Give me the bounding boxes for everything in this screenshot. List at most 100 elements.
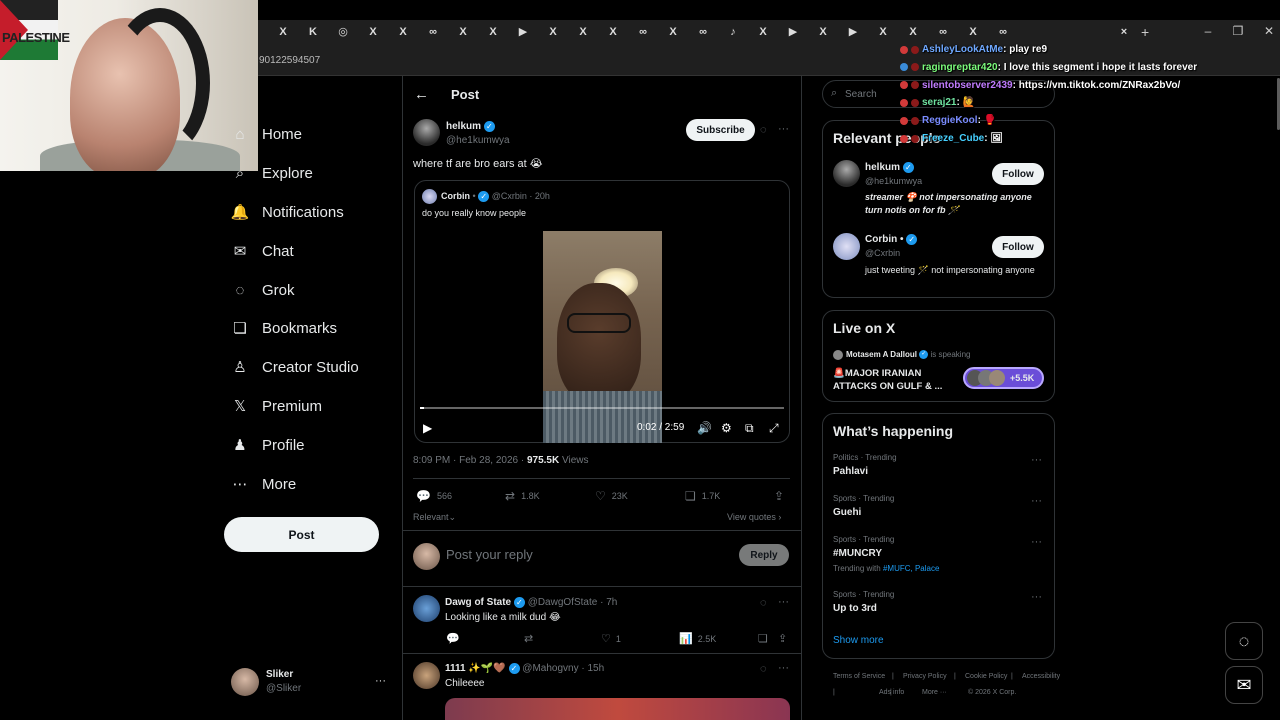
show-more-link[interactable]: Show more: [833, 635, 884, 646]
reply-author-avatar[interactable]: [413, 662, 440, 689]
post-button[interactable]: Post: [224, 517, 379, 552]
browser-tab[interactable]: X: [665, 24, 681, 40]
browser-tab[interactable]: X: [485, 24, 501, 40]
browser-tab[interactable]: X: [545, 24, 561, 40]
browser-tab[interactable]: X: [455, 24, 471, 40]
play-icon[interactable]: ▶: [423, 421, 432, 435]
nav-item-grok[interactable]: ◌ Grok: [230, 276, 295, 304]
repost-count-button[interactable]: ⇄ 1.8K: [505, 489, 540, 503]
close-tab-icon[interactable]: ×: [1116, 24, 1132, 40]
person-name-row[interactable]: Corbin • ✓: [865, 234, 918, 245]
reply-author-row[interactable]: 1111 ✨🌱🤎 ✓ @Mahogvny · 15h: [445, 663, 604, 674]
browser-tab[interactable]: ♪: [725, 24, 741, 40]
trend-extra-link[interactable]: #MUFC, Palace: [883, 564, 939, 573]
browser-tab[interactable]: X: [875, 24, 891, 40]
nav-item-creator-studio[interactable]: ♙ Creator Studio: [230, 353, 358, 381]
footer-link[interactable]: Accessibility: [1022, 673, 1060, 680]
video-progress-bar[interactable]: [420, 407, 784, 409]
browser-tab[interactable]: K: [305, 24, 321, 40]
browser-tab[interactable]: ∞: [935, 24, 951, 40]
trend-more-button[interactable]: ···: [1031, 454, 1042, 466]
browser-tab[interactable]: ▶: [515, 24, 531, 40]
browser-tab[interactable]: X: [965, 24, 981, 40]
browser-tab[interactable]: X: [905, 24, 921, 40]
live-host-row[interactable]: Motasem A Dalloul ✓ is speaking: [846, 350, 970, 360]
new-tab-button[interactable]: +: [1141, 24, 1149, 40]
trend-name[interactable]: Pahlavi: [833, 466, 868, 477]
grok-icon[interactable]: ◌: [760, 124, 767, 136]
close-window-button[interactable]: ✕: [1259, 24, 1279, 38]
reply-more-button[interactable]: ···: [778, 596, 789, 608]
live-listeners-pill[interactable]: +5.5K: [963, 367, 1044, 389]
follow-button[interactable]: Follow: [992, 163, 1044, 185]
author-name-row[interactable]: helkum ✓: [446, 121, 495, 132]
trend-name[interactable]: Guehi: [833, 507, 861, 518]
reply-bookmark-button[interactable]: ❏: [758, 632, 773, 645]
browser-tab[interactable]: X: [605, 24, 621, 40]
nav-item-home[interactable]: ⌂ Home: [230, 120, 302, 148]
grok-icon[interactable]: ◌: [760, 597, 767, 609]
minimize-button[interactable]: –: [1198, 24, 1218, 38]
grok-icon[interactable]: ◌: [760, 663, 767, 675]
reply-input[interactable]: Post your reply: [446, 547, 533, 562]
follow-button[interactable]: Follow: [992, 236, 1044, 258]
reply-reply-button[interactable]: 💬: [446, 632, 465, 645]
browser-tab[interactable]: X: [575, 24, 591, 40]
search-input[interactable]: Search: [845, 89, 877, 100]
subscribe-button[interactable]: Subscribe: [686, 119, 755, 141]
browser-tab[interactable]: ▶: [845, 24, 861, 40]
back-arrow-icon[interactable]: ←: [414, 86, 429, 103]
nav-item-more[interactable]: ⋯ More: [230, 470, 297, 498]
person-avatar[interactable]: [833, 233, 860, 260]
reply-more-button[interactable]: ···: [778, 662, 789, 674]
reply-author-row[interactable]: Dawg of State ✓ @DawgOfState · 7h: [445, 597, 617, 608]
account-avatar[interactable]: [231, 668, 259, 696]
view-quotes-link[interactable]: View quotes ›: [727, 512, 781, 522]
footer-link[interactable]: Terms of Service: [833, 673, 885, 680]
messages-float-button[interactable]: ✉: [1225, 666, 1263, 704]
nav-item-profile[interactable]: ♟ Profile: [230, 431, 304, 459]
reply-button[interactable]: Reply: [739, 544, 789, 566]
nav-item-bookmarks[interactable]: ❏ Bookmarks: [230, 314, 337, 342]
sort-relevant-dropdown[interactable]: Relevant⌄: [413, 512, 456, 523]
reply-views-button[interactable]: 📊 2.5K: [679, 632, 716, 645]
post-more-button[interactable]: ···: [778, 123, 789, 135]
browser-tab[interactable]: ∞: [425, 24, 441, 40]
reply-media[interactable]: [445, 698, 790, 720]
settings-gear-icon[interactable]: ⚙: [721, 421, 732, 435]
person-avatar[interactable]: [833, 160, 860, 187]
browser-tab[interactable]: ▶: [785, 24, 801, 40]
footer-link[interactable]: More ···: [922, 689, 947, 696]
browser-tab[interactable]: ∞: [635, 24, 651, 40]
footer-link[interactable]: © 2026 X Corp.: [968, 689, 1016, 696]
grok-float-button[interactable]: ◌: [1225, 622, 1263, 660]
nav-item-chat[interactable]: ✉ Chat: [230, 237, 294, 265]
browser-tab[interactable]: X: [815, 24, 831, 40]
live-space-title[interactable]: 🚨MAJOR IRANIAN ATTACKS ON GULF & ...: [833, 367, 953, 393]
trend-more-button[interactable]: ···: [1031, 591, 1042, 603]
reply-count-button[interactable]: 💬 566: [416, 489, 452, 503]
volume-icon[interactable]: 🔊: [697, 421, 712, 435]
browser-tab[interactable]: ∞: [695, 24, 711, 40]
browser-tab[interactable]: X: [755, 24, 771, 40]
account-menu-button[interactable]: ···: [375, 675, 386, 687]
trend-name[interactable]: #MUNCRY: [833, 548, 882, 559]
reply-repost-button[interactable]: ⇄: [524, 632, 538, 645]
share-button[interactable]: ⇪: [774, 489, 790, 503]
nav-item-premium[interactable]: 𝕏 Premium: [230, 392, 322, 420]
trend-name[interactable]: Up to 3rd: [833, 603, 877, 614]
browser-tab[interactable]: X: [395, 24, 411, 40]
reply-share-button[interactable]: ⇪: [778, 632, 792, 645]
author-avatar[interactable]: [413, 119, 440, 146]
trend-more-button[interactable]: ···: [1031, 536, 1042, 548]
like-count-button[interactable]: ♡ 23K: [595, 489, 628, 503]
pip-icon[interactable]: ⧉: [745, 421, 754, 436]
fullscreen-icon[interactable]: ⤢: [769, 421, 779, 436]
footer-link[interactable]: Cookie Policy: [965, 673, 1007, 680]
video-player[interactable]: [543, 231, 662, 443]
nav-item-explore[interactable]: ⌕ Explore: [230, 159, 313, 187]
person-name-row[interactable]: helkum ✓: [865, 162, 914, 173]
browser-tab[interactable]: X: [275, 24, 291, 40]
nav-item-notifications[interactable]: 🔔 Notifications: [230, 198, 344, 226]
restore-button[interactable]: ❐: [1228, 24, 1248, 38]
